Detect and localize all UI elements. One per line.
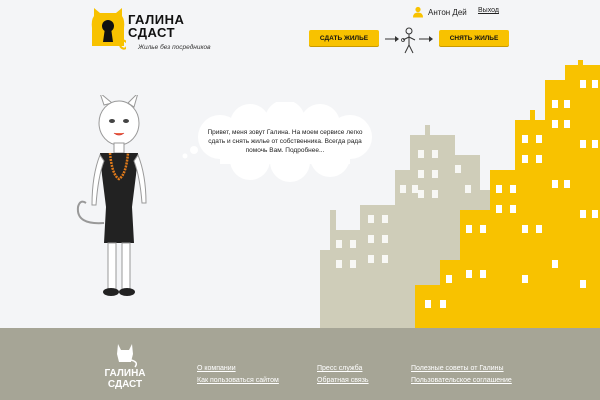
user-icon [413,6,423,18]
rent-out-button[interactable]: СДАТЬ ЖИЛЬЕ [309,30,379,46]
footer: ГАЛИНА СДАСТ О компании Как пользоваться… [0,328,600,400]
footer-logo[interactable]: ГАЛИНА СДАСТ [95,342,155,394]
footer-link-press[interactable]: Пресс служба [317,365,362,372]
footer-link-feedback[interactable]: Обратная связь [317,377,369,384]
cat-silhouette-icon [117,344,137,368]
logo-title: ГАЛИНА СДАСТ [128,12,185,40]
logo-tagline: Жилье без посредников [138,44,211,51]
user-info[interactable]: Антон Дей [412,5,467,19]
cat-keyhole-logo-icon [91,8,126,50]
cat-character-illustration [76,95,147,296]
key-exchange-icon [385,27,433,54]
footer-link-about[interactable]: О компании [197,365,236,372]
greeting-text: Привет, меня зовут Галина. На моем серви… [207,129,363,154]
footer-link-how-to-use[interactable]: Как пользоваться сайтом [197,377,279,384]
logo[interactable]: ГАЛИНА СДАСТ Жилье без посредников [90,6,220,51]
city-illustration [320,60,600,330]
exit-link[interactable]: Выход [478,7,499,14]
page: ГАЛИНА СДАСТ Жилье без посредников Антон… [0,0,600,400]
footer-link-agreement[interactable]: Пользовательское соглашение [411,377,512,384]
user-name[interactable]: Антон Дей [428,8,467,17]
rent-button[interactable]: СНЯТЬ ЖИЛЬЕ [439,30,509,46]
footer-link-tips[interactable]: Полезные советы от Галины [411,365,504,372]
footer-logo-title: ГАЛИНА СДАСТ [104,368,146,390]
